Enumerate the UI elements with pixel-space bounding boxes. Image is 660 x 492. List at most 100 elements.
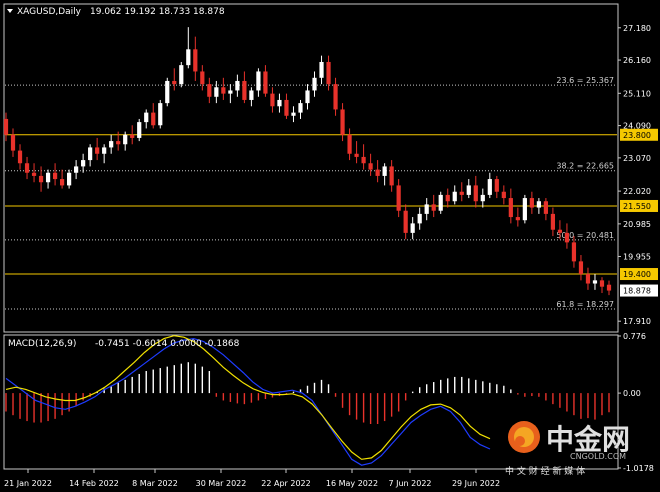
- candle-bull: [298, 103, 303, 113]
- candle-bull: [277, 99, 282, 107]
- macd-values: -0.7451 -0.6014 0.0000 -0.1868: [95, 339, 240, 349]
- candle-bull: [228, 90, 233, 94]
- time-tick-label: 30 Mar 2022: [196, 479, 247, 488]
- candle-bull: [305, 90, 310, 104]
- fib-level-label: 23.6 = 25.367: [556, 76, 614, 85]
- candle-bull: [382, 166, 387, 176]
- candle-bull: [123, 134, 128, 145]
- candle-bear: [207, 84, 212, 97]
- candle-bear: [270, 93, 275, 107]
- candle-bear: [578, 261, 584, 275]
- candle-bear: [221, 87, 226, 94]
- time-tick-label: 16 May 2022: [326, 479, 378, 488]
- candle-bear: [445, 194, 450, 202]
- candle-bull: [74, 166, 79, 173]
- candle-bear: [606, 284, 612, 291]
- candle-bull: [452, 191, 457, 202]
- time-tick-label: 29 Jun 2022: [452, 479, 500, 488]
- macd-tick-label: 0.776: [623, 332, 646, 341]
- candle-bear: [368, 163, 373, 170]
- candle-bull: [466, 185, 471, 195]
- candle-bear: [333, 84, 338, 110]
- time-tick-label: 8 Mar 2022: [132, 479, 178, 488]
- candle-bear: [564, 232, 570, 243]
- candle-bear: [347, 134, 352, 154]
- macd-label: MACD(12,26,9): [8, 339, 76, 349]
- time-tick-label: 14 Feb 2022: [69, 479, 119, 488]
- candle-bull: [438, 194, 443, 211]
- candle-bear: [473, 185, 478, 202]
- candle-bear: [375, 169, 380, 176]
- candle-bear: [543, 201, 548, 214]
- candle-bear: [130, 134, 135, 138]
- candle-bull: [536, 201, 541, 208]
- candle-bull: [88, 147, 93, 161]
- candle-bear: [431, 204, 436, 211]
- candle-bear: [31, 172, 37, 176]
- time-tick-label: 22 Apr 2022: [261, 479, 310, 488]
- candle-bull: [249, 90, 254, 100]
- candle-bear: [10, 134, 16, 151]
- time-tick-label: 21 Jan 2022: [4, 479, 52, 488]
- symbol-label[interactable]: XAGUSD,Daily: [17, 7, 82, 17]
- candle-bull: [312, 77, 317, 91]
- candle-bear: [396, 185, 401, 211]
- current-price-label: 18.878: [623, 287, 651, 296]
- candle-bear: [242, 80, 247, 100]
- candle-bear: [354, 153, 359, 157]
- chart-header: XAGUSD,Daily 19.062 19.192 18.733 18.878: [7, 7, 225, 17]
- candle-bull: [235, 80, 240, 91]
- candle-bull: [417, 213, 422, 224]
- candle-bear: [571, 242, 577, 262]
- candle-bull: [592, 280, 598, 284]
- price-level-label: 23.800: [623, 131, 651, 140]
- candle-bear: [263, 71, 268, 94]
- price-level-label: 21.550: [623, 202, 651, 211]
- candle-bull: [319, 61, 324, 78]
- price-tick-label: 17.910: [623, 317, 651, 326]
- candle-bear: [585, 274, 591, 284]
- candle-bull: [424, 204, 429, 214]
- candle-bull: [522, 198, 527, 221]
- candle-bull: [144, 112, 149, 123]
- candle-bear: [361, 156, 366, 164]
- candle-bear: [52, 172, 58, 180]
- watermark-domain: CNGOLD.COM: [570, 452, 626, 461]
- candle-bear: [95, 147, 100, 154]
- candle-bull: [410, 223, 415, 233]
- candle-bull: [186, 49, 191, 66]
- fib-level-label: 38.2 = 22.665: [556, 162, 614, 171]
- candle-bear: [599, 280, 605, 287]
- candle-bull: [81, 160, 86, 167]
- price-tick-label: 19.955: [623, 252, 651, 261]
- candle-bear: [550, 213, 556, 230]
- candle-bull: [487, 179, 492, 195]
- candle-bull: [165, 80, 170, 104]
- candle-bull: [179, 65, 184, 85]
- price-tick-label: 27.180: [623, 24, 651, 33]
- price-tick-label: 24.090: [623, 122, 651, 131]
- price-tick-label: 20.985: [623, 220, 651, 229]
- candle-bear: [340, 109, 345, 135]
- candle-bull: [137, 122, 142, 138]
- candle-bear: [151, 112, 156, 126]
- price-tick-label: 22.020: [623, 187, 651, 196]
- candle-bear: [59, 179, 65, 186]
- candle-bear: [557, 229, 563, 233]
- candle-bear: [326, 61, 331, 85]
- candle-bear: [459, 191, 464, 195]
- macd-tick-label: -1.0178: [623, 464, 654, 473]
- candle-bear: [24, 163, 30, 173]
- candle-bear: [38, 175, 44, 183]
- candle-bull: [109, 141, 114, 148]
- candle-bear: [529, 198, 534, 208]
- ohlc-values: 19.062 19.192 18.733 18.878: [90, 7, 225, 17]
- price-tick-label: 25.110: [623, 89, 651, 98]
- macd-tick-label: 0.00: [623, 389, 641, 398]
- candle-bear: [17, 150, 23, 164]
- candle-bear: [193, 49, 198, 72]
- candle-bull: [45, 172, 51, 183]
- candle-bear: [403, 210, 408, 233]
- candle-bull: [256, 71, 261, 91]
- cngold-logo-icon: [508, 421, 540, 453]
